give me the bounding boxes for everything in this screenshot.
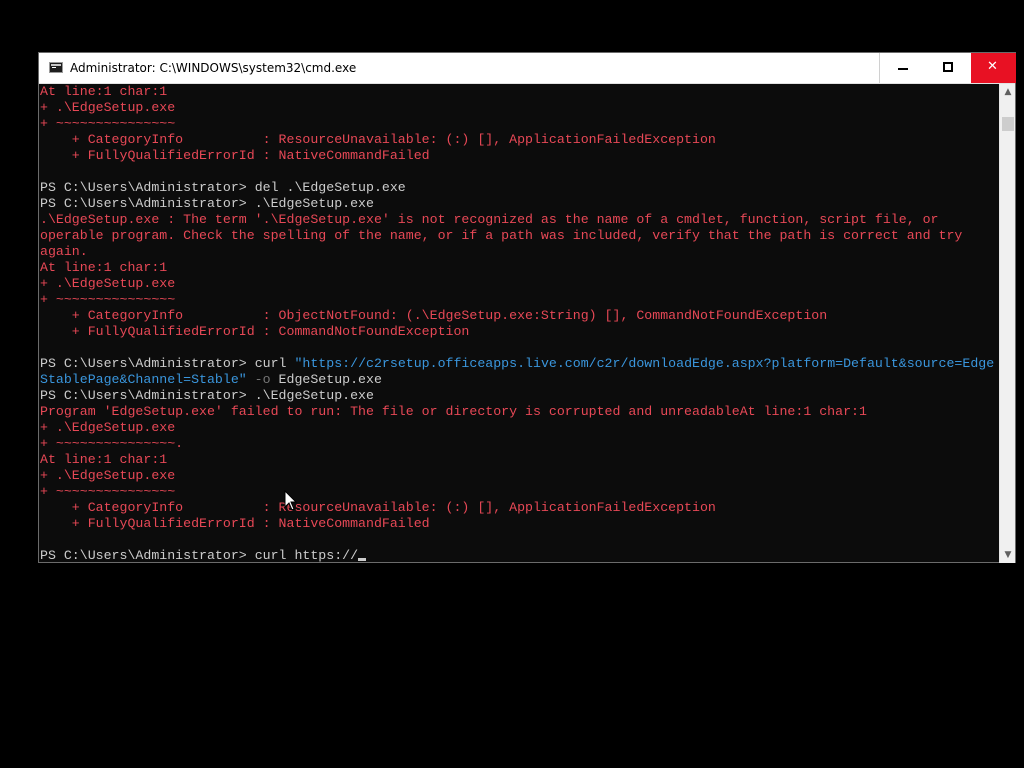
- string-argument: "https://c2rsetup.officeapps.live.com/c2…: [294, 356, 995, 371]
- error-text: + CategoryInfo : ResourceUnavailable: (:…: [40, 500, 716, 515]
- console-line: At line:1 char:1: [39, 84, 999, 100]
- console-line: .\EdgeSetup.exe : The term '.\EdgeSetup.…: [39, 212, 999, 228]
- console-line: PS C:\Users\Administrator> .\EdgeSetup.e…: [39, 196, 999, 212]
- close-button[interactable]: ✕: [971, 53, 1016, 83]
- cmd-window: Administrator: C:\WINDOWS\system32\cmd.e…: [38, 52, 1016, 563]
- window-title: Administrator: C:\WINDOWS\system32\cmd.e…: [70, 61, 357, 75]
- text-cursor: [358, 558, 367, 561]
- console-line: PS C:\Users\Administrator> .\EdgeSetup.e…: [39, 388, 999, 404]
- error-text: + ~~~~~~~~~~~~~~~: [40, 116, 176, 131]
- console-line: At line:1 char:1: [39, 260, 999, 276]
- current-input: curl https://: [254, 548, 359, 563]
- console-line: + CategoryInfo : ObjectNotFound: (.\Edge…: [39, 308, 999, 324]
- error-text: + FullyQualifiedErrorId : NativeCommandF…: [40, 148, 430, 163]
- maximize-button[interactable]: [925, 53, 971, 83]
- parameter-text: -o: [246, 372, 271, 387]
- scrollbar-thumb[interactable]: [1002, 117, 1014, 131]
- error-text: + .\EdgeSetup.exe: [40, 276, 176, 291]
- error-text: At line:1 char:1: [40, 452, 168, 467]
- prompt-text: PS C:\Users\Administrator>: [40, 388, 255, 403]
- console-app-icon[interactable]: [49, 62, 63, 73]
- prompt-text: PS C:\Users\Administrator>: [40, 356, 255, 371]
- command-text: .\EdgeSetup.exe: [254, 196, 374, 211]
- error-text: Program 'EdgeSetup.exe' failed to run: T…: [40, 404, 867, 419]
- error-text: + ~~~~~~~~~~~~~~~.: [40, 436, 184, 451]
- console-line: + FullyQualifiedErrorId : CommandNotFoun…: [39, 324, 999, 340]
- error-text: + CategoryInfo : ObjectNotFound: (.\Edge…: [40, 308, 828, 323]
- console-line: PS C:\Users\Administrator> del .\EdgeSet…: [39, 180, 999, 196]
- string-argument: StablePage&Channel=Stable": [40, 372, 247, 387]
- error-text: operable program. Check the spelling of …: [40, 228, 963, 243]
- command-text: EdgeSetup.exe: [270, 372, 382, 387]
- console-line: + .\EdgeSetup.exe: [39, 468, 999, 484]
- error-text: + FullyQualifiedErrorId : CommandNotFoun…: [40, 324, 470, 339]
- error-text: At line:1 char:1: [40, 84, 168, 99]
- console-line: At line:1 char:1: [39, 452, 999, 468]
- command-text: .\EdgeSetup.exe: [254, 388, 374, 403]
- error-text: + CategoryInfo : ResourceUnavailable: (:…: [40, 132, 716, 147]
- command-text: del .\EdgeSetup.exe: [254, 180, 406, 195]
- mouse-pointer-icon: [284, 490, 298, 511]
- title-bar[interactable]: Administrator: C:\WINDOWS\system32\cmd.e…: [39, 53, 1016, 84]
- console-line: + ~~~~~~~~~~~~~~~: [39, 292, 999, 308]
- close-icon: ✕: [987, 59, 998, 74]
- error-text: + ~~~~~~~~~~~~~~~: [40, 484, 176, 499]
- console-line: StablePage&Channel=Stable" -o EdgeSetup.…: [39, 372, 999, 388]
- console-line: + .\EdgeSetup.exe: [39, 100, 999, 116]
- console-line: + FullyQualifiedErrorId : NativeCommandF…: [39, 516, 999, 532]
- error-text: + ~~~~~~~~~~~~~~~: [40, 292, 176, 307]
- console-line: + ~~~~~~~~~~~~~~~: [39, 116, 999, 132]
- error-text: At line:1 char:1: [40, 260, 168, 275]
- console-line: + CategoryInfo : ResourceUnavailable: (:…: [39, 132, 999, 148]
- command-text: curl: [254, 356, 295, 371]
- error-text: .\EdgeSetup.exe : The term '.\EdgeSetup.…: [40, 212, 939, 227]
- console-line: + ~~~~~~~~~~~~~~~: [39, 484, 999, 500]
- console-output[interactable]: At line:1 char:1 + .\EdgeSetup.exe + ~~~~~…: [39, 84, 999, 563]
- console-line: PS C:\Users\Administrator> curl "https:/…: [39, 356, 999, 372]
- minimize-icon: [898, 68, 908, 70]
- vertical-scrollbar[interactable]: ▲ ▼: [999, 84, 1015, 563]
- minimize-button[interactable]: [879, 53, 926, 83]
- console-line: PS C:\Users\Administrator> curl https://: [39, 548, 999, 563]
- error-text: + .\EdgeSetup.exe: [40, 468, 176, 483]
- prompt-text: PS C:\Users\Administrator>: [40, 180, 255, 195]
- console-line: + FullyQualifiedErrorId : NativeCommandF…: [39, 148, 999, 164]
- console-line: + .\EdgeSetup.exe: [39, 420, 999, 436]
- error-text: again.: [40, 244, 88, 259]
- scroll-down-arrow-icon[interactable]: ▼: [1000, 547, 1016, 563]
- console-line: + ~~~~~~~~~~~~~~~.: [39, 436, 999, 452]
- prompt-text: PS C:\Users\Administrator>: [40, 196, 255, 211]
- error-text: + FullyQualifiedErrorId : NativeCommandF…: [40, 516, 430, 531]
- console-line: + CategoryInfo : ResourceUnavailable: (:…: [39, 500, 999, 516]
- console-line: Program 'EdgeSetup.exe' failed to run: T…: [39, 404, 999, 420]
- error-text: + .\EdgeSetup.exe: [40, 420, 176, 435]
- console-line: + .\EdgeSetup.exe: [39, 276, 999, 292]
- maximize-icon: [943, 62, 953, 72]
- error-text: + .\EdgeSetup.exe: [40, 100, 176, 115]
- console-line: operable program. Check the spelling of …: [39, 228, 999, 244]
- console-line: again.: [39, 244, 999, 260]
- scroll-up-arrow-icon[interactable]: ▲: [1000, 84, 1016, 100]
- prompt-text: PS C:\Users\Administrator>: [40, 548, 255, 563]
